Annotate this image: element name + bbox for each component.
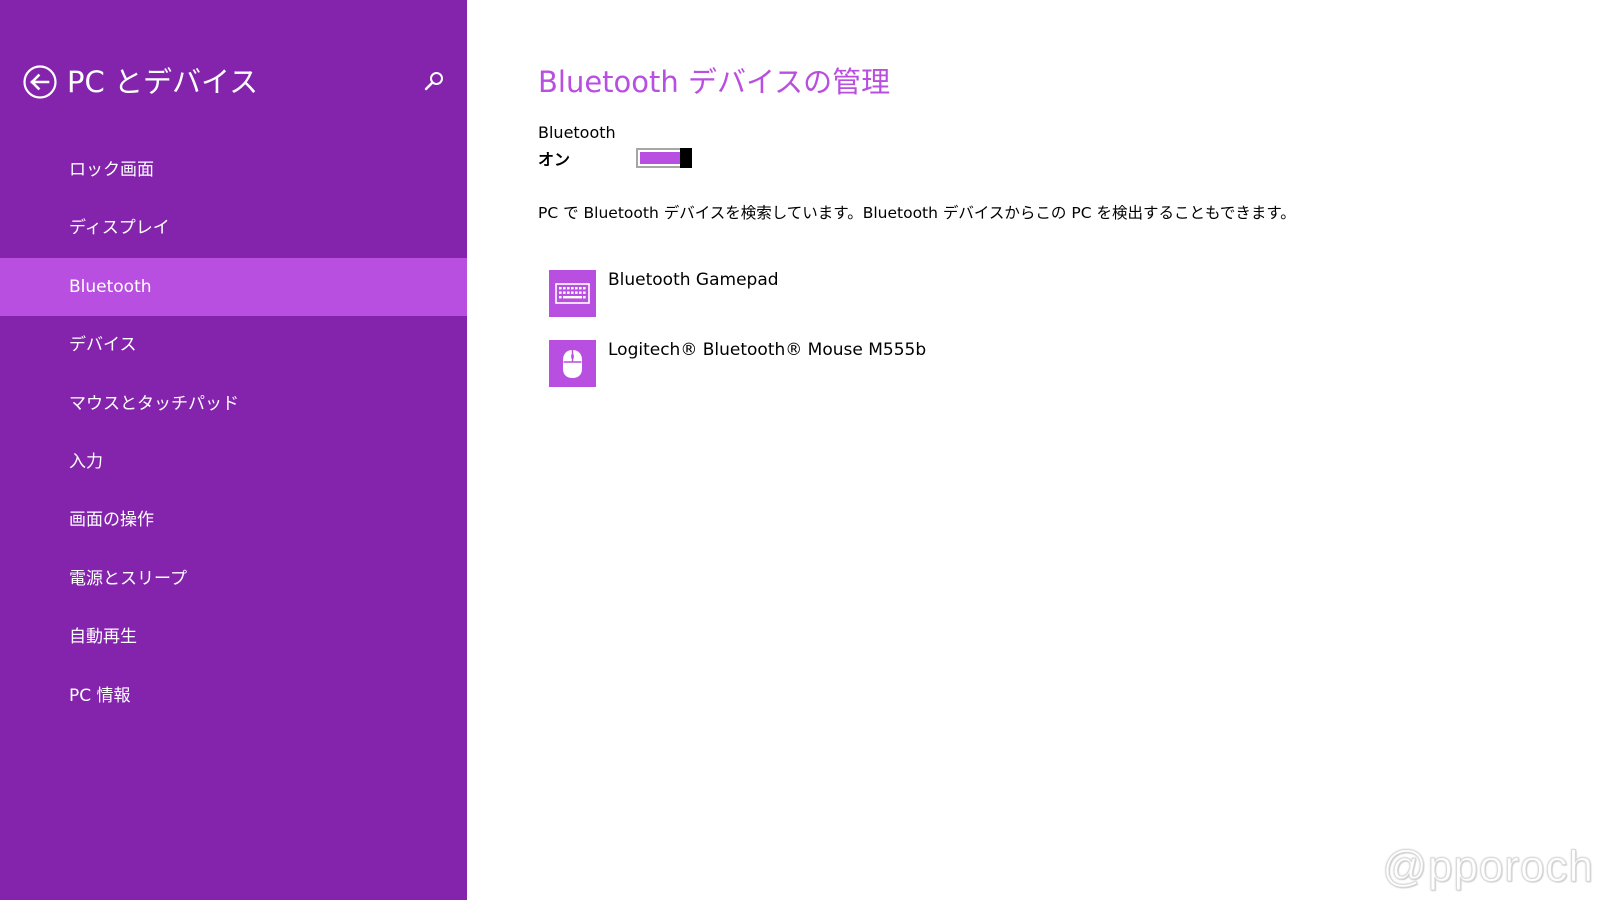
sidebar-item-lock-screen[interactable]: ロック画面: [0, 141, 467, 199]
toggle-fill: [640, 152, 680, 164]
sidebar-item-label: ディスプレイ: [69, 218, 170, 239]
sidebar-item-mouse-touchpad[interactable]: マウスとタッチパッド: [0, 375, 467, 433]
device-name: Bluetooth Gamepad: [608, 270, 779, 290]
main-content: Bluetooth デバイスの管理 Bluetooth オン PC で Blue…: [467, 0, 1600, 900]
sidebar-item-pc-info[interactable]: PC 情報: [0, 667, 467, 725]
sidebar-item-label: PC 情報: [69, 685, 131, 706]
sidebar-item-autoplay[interactable]: 自動再生: [0, 608, 467, 666]
search-status-text: PC で Bluetooth デバイスを検索しています。Bluetooth デバ…: [538, 204, 1296, 222]
sidebar-item-label: ロック画面: [69, 160, 154, 180]
toggle-thumb[interactable]: [680, 148, 692, 168]
bluetooth-toggle-state: オン: [538, 150, 571, 169]
keyboard-icon: [549, 270, 596, 317]
sidebar-item-label: デバイス: [69, 335, 137, 356]
sidebar-item-display[interactable]: ディスプレイ: [0, 199, 467, 257]
device-list: Bluetooth Gamepad Logitech® Bluetooth® M…: [549, 270, 1449, 410]
device-item-gamepad[interactable]: Bluetooth Gamepad: [549, 270, 1449, 340]
sidebar-item-label: 入力: [69, 451, 103, 472]
back-arrow-icon: [23, 65, 57, 99]
sidebar-item-label: 電源とスリープ: [69, 568, 187, 589]
bluetooth-toggle-caption: Bluetooth: [538, 123, 616, 142]
back-button[interactable]: [23, 65, 57, 99]
sidebar-item-power-sleep[interactable]: 電源とスリープ: [0, 550, 467, 608]
sidebar-item-devices[interactable]: デバイス: [0, 316, 467, 374]
sidebar-item-label: 自動再生: [69, 627, 137, 648]
sidebar-item-label: 画面の操作: [69, 510, 154, 531]
sidebar-item-corners-edges[interactable]: 画面の操作: [0, 491, 467, 549]
search-button[interactable]: [420, 68, 448, 96]
device-name: Logitech® Bluetooth® Mouse M555b: [608, 340, 927, 360]
sidebar-item-label: マウスとタッチパッド: [69, 393, 239, 414]
sidebar-nav: ロック画面 ディスプレイ Bluetooth デバイス マウスとタッチパッド 入…: [0, 141, 467, 725]
mouse-icon: [549, 340, 596, 387]
sidebar-item-bluetooth[interactable]: Bluetooth: [0, 257, 467, 317]
sidebar-header: PC とデバイス: [0, 60, 467, 104]
sidebar-item-typing[interactable]: 入力: [0, 433, 467, 491]
sidebar-title: PC とデバイス: [67, 65, 259, 99]
sidebar: PC とデバイス ロック画面 ディスプレイ Bluetooth デバイス マウス…: [0, 0, 467, 900]
search-icon: [424, 72, 443, 91]
bluetooth-toggle[interactable]: [636, 148, 692, 168]
sidebar-item-label: Bluetooth: [69, 276, 152, 297]
page-title: Bluetooth デバイスの管理: [538, 65, 891, 99]
device-item-mouse[interactable]: Logitech® Bluetooth® Mouse M555b: [549, 340, 1449, 410]
watermark: @pporoch: [1382, 842, 1594, 892]
